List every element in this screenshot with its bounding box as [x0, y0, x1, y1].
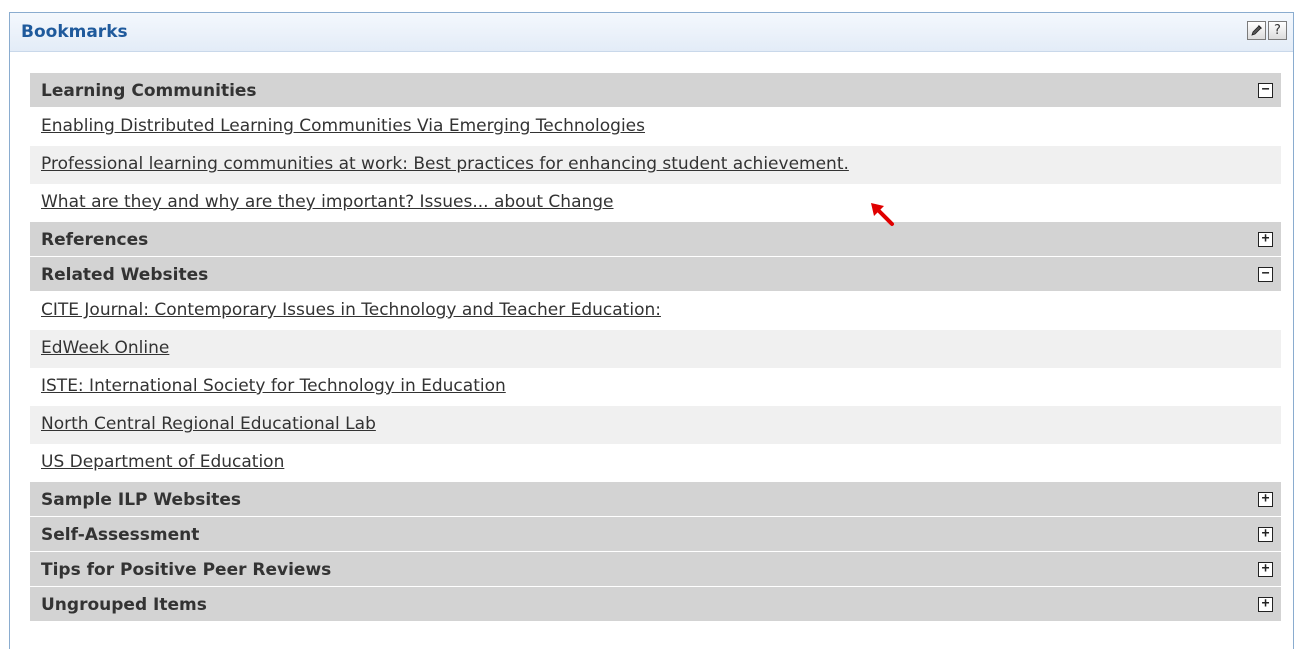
bookmark-link[interactable]: What are they and why are they important…	[41, 192, 614, 212]
bookmark-link[interactable]: US Department of Education	[41, 452, 284, 472]
group-header-self-assessment[interactable]: Self-Assessment +	[30, 517, 1281, 552]
expand-icon[interactable]: +	[1258, 597, 1273, 612]
group-title: Self-Assessment	[41, 525, 200, 545]
expand-icon[interactable]: +	[1258, 232, 1273, 247]
bookmark-link[interactable]: ISTE: International Society for Technolo…	[41, 376, 506, 396]
expand-icon[interactable]: +	[1258, 527, 1273, 542]
list-item: US Department of Education	[30, 444, 1281, 482]
bookmark-link[interactable]: CITE Journal: Contemporary Issues in Tec…	[41, 300, 661, 320]
group-title: Tips for Positive Peer Reviews	[41, 560, 332, 580]
group-title: Ungrouped Items	[41, 595, 207, 615]
group-header-ungrouped-items[interactable]: Ungrouped Items +	[30, 587, 1281, 622]
bookmark-link[interactable]: Enabling Distributed Learning Communitie…	[41, 116, 645, 136]
group-title: Learning Communities	[41, 81, 257, 101]
group-header-learning-communities[interactable]: Learning Communities −	[30, 73, 1281, 108]
edit-button[interactable]	[1247, 21, 1266, 40]
portlet-title: Bookmarks	[21, 22, 128, 42]
edit-icon	[1251, 25, 1262, 36]
list-item: CITE Journal: Contemporary Issues in Tec…	[30, 292, 1281, 330]
group-title: Related Websites	[41, 265, 209, 285]
collapse-icon[interactable]: −	[1258, 83, 1273, 98]
group-title: References	[41, 230, 149, 250]
list-item: ISTE: International Society for Technolo…	[30, 368, 1281, 406]
bookmark-groups: Learning Communities − Enabling Distribu…	[30, 73, 1281, 622]
collapse-icon[interactable]: −	[1258, 267, 1273, 282]
list-item: North Central Regional Educational Lab	[30, 406, 1281, 444]
expand-icon[interactable]: +	[1258, 492, 1273, 507]
annotation-arrow-icon	[871, 203, 894, 226]
bookmark-link[interactable]: Professional learning communities at wor…	[41, 154, 849, 174]
list-item: Professional learning communities at wor…	[30, 146, 1281, 184]
help-button[interactable]: ?	[1268, 21, 1287, 40]
bookmarks-portlet: Bookmarks ? Learning Communities − Enabl…	[9, 12, 1294, 649]
list-item: Enabling Distributed Learning Communitie…	[30, 108, 1281, 146]
group-header-sample-ilp-websites[interactable]: Sample ILP Websites +	[30, 482, 1281, 517]
help-icon: ?	[1274, 23, 1281, 38]
group-header-related-websites[interactable]: Related Websites −	[30, 257, 1281, 292]
bookmark-link[interactable]: EdWeek Online	[41, 338, 169, 358]
expand-icon[interactable]: +	[1258, 562, 1273, 577]
list-item: EdWeek Online	[30, 330, 1281, 368]
group-header-references[interactable]: References +	[30, 222, 1281, 257]
group-title: Sample ILP Websites	[41, 490, 241, 510]
bookmark-link[interactable]: North Central Regional Educational Lab	[41, 414, 376, 434]
list-item: What are they and why are they important…	[30, 184, 1281, 222]
group-header-tips-for-positive-peer-reviews[interactable]: Tips for Positive Peer Reviews +	[30, 552, 1281, 587]
portlet-titlebar: Bookmarks ?	[10, 13, 1293, 52]
